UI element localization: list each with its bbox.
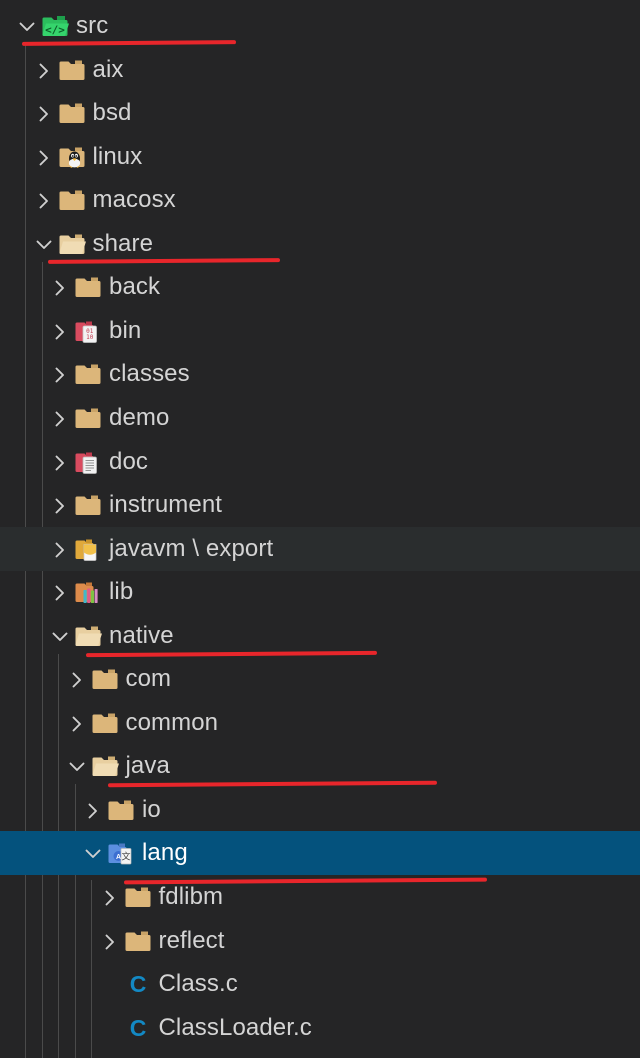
tree-item-label: fdlibm (158, 883, 224, 910)
tree-item-label: linux (92, 142, 143, 170)
tree-item-linux[interactable]: linux (0, 135, 640, 179)
folder-icon (123, 882, 153, 912)
tree-item-label: ClassLoader.c (158, 1013, 312, 1041)
chevron-right-icon[interactable] (31, 48, 57, 92)
tree-item-io[interactable]: io (0, 788, 640, 832)
tree-item-label: java (125, 752, 170, 780)
tree-item-lib[interactable]: lib (0, 570, 640, 614)
tree-item-back[interactable]: back (0, 265, 640, 309)
folder-icon (57, 55, 87, 85)
tree-item-com[interactable]: com (0, 657, 640, 701)
tree-item-bsd[interactable]: bsd (0, 91, 640, 135)
twisty-placeholder (97, 962, 123, 1006)
tree-item-lang[interactable]: A 文 lang (0, 831, 640, 876)
twisty-placeholder (97, 1006, 123, 1050)
tree-item-instrument[interactable]: instrument (0, 483, 640, 527)
tree-item-label: classes (109, 360, 190, 388)
chevron-right-icon[interactable] (31, 91, 57, 135)
tree-item-label: lib (109, 578, 134, 606)
chevron-right-icon[interactable] (31, 178, 57, 222)
svg-text:10: 10 (86, 334, 94, 341)
chevron-right-icon[interactable] (47, 309, 73, 353)
folder-icon (73, 490, 103, 520)
tree-item-label: src (76, 12, 109, 39)
svg-text:文: 文 (121, 851, 130, 863)
tree-item-label: Class.c (158, 970, 238, 998)
chevron-right-icon[interactable] (47, 527, 73, 571)
tree-item-classloader-c[interactable]: C ClassLoader.c (0, 1006, 640, 1050)
c-file-icon: C (123, 1013, 153, 1043)
tree-item-reflect[interactable]: reflect (0, 919, 640, 963)
tree-item-label: macosx (92, 186, 176, 214)
tree-item-label: common (125, 708, 219, 736)
folder-i18n-blue-icon: A文 (106, 838, 136, 868)
chevron-right-icon[interactable] (47, 352, 73, 396)
folder-icon (73, 272, 103, 302)
file-explorer-tree: </> src aix bsd linux macosx share back 01 10 bin c… (0, 0, 640, 1058)
tree-item-label: native (109, 621, 174, 649)
folder-icon (90, 708, 120, 738)
tree-item-demo[interactable]: demo (0, 396, 640, 440)
tree-item-label: share (92, 229, 154, 257)
tree-item-label: lang (142, 839, 188, 867)
folder-icon (57, 185, 87, 215)
tree-item-label: com (125, 665, 172, 693)
folder-open-icon (57, 229, 87, 259)
folder-docs-icon (73, 447, 103, 477)
chevron-down-icon[interactable] (80, 831, 106, 875)
tree-item-macosx[interactable]: macosx (0, 178, 640, 222)
tree-item-bin[interactable]: 01 10 bin (0, 309, 640, 353)
chevron-down-icon[interactable] (64, 744, 90, 788)
folder-binary-icon: 01 10 (73, 316, 103, 346)
tree-item-label: javavm \ export (109, 534, 274, 562)
folder-linux-icon (57, 142, 87, 172)
tree-item-label: bsd (92, 99, 132, 127)
folder-icon (106, 795, 136, 825)
folder-open-icon (90, 751, 120, 781)
tree-item-classes[interactable]: classes (0, 352, 640, 396)
folder-open-icon (73, 621, 103, 651)
tree-item-label: instrument (109, 491, 223, 519)
chevron-right-icon[interactable] (64, 657, 90, 701)
folder-icon (123, 926, 153, 956)
chevron-right-icon[interactable] (80, 788, 106, 832)
source-folder-green-icon: </> (40, 11, 70, 41)
chevron-right-icon[interactable] (97, 919, 123, 963)
chevron-right-icon[interactable] (47, 483, 73, 527)
tree-item-javavm-export[interactable]: javavm \ export (0, 526, 640, 571)
svg-text:A: A (116, 854, 121, 861)
c-file-icon: C (123, 969, 153, 999)
tree-item-label: doc (109, 447, 148, 475)
chevron-right-icon[interactable] (47, 440, 73, 484)
tree-item-doc[interactable]: doc (0, 440, 640, 484)
folder-icon (90, 664, 120, 694)
chevron-right-icon[interactable] (47, 570, 73, 614)
chevron-right-icon[interactable] (97, 875, 123, 919)
tree-item-common[interactable]: common (0, 701, 640, 745)
chevron-right-icon[interactable] (47, 396, 73, 440)
tree-item-class-c[interactable]: C Class.c (0, 962, 640, 1006)
tree-item-label: reflect (158, 926, 225, 954)
folder-icon (73, 359, 103, 389)
chevron-right-icon[interactable] (31, 135, 57, 179)
folder-package-icon (73, 534, 103, 564)
tree-item-label: aix (92, 55, 124, 83)
folder-library-icon (73, 577, 103, 607)
chevron-right-icon[interactable] (47, 265, 73, 309)
chevron-down-icon[interactable] (47, 614, 73, 658)
tree-item-label: demo (109, 403, 170, 431)
svg-text:C: C (129, 971, 146, 997)
folder-icon (57, 98, 87, 128)
svg-text:</>: </> (45, 24, 65, 37)
tree-item-label: bin (109, 316, 142, 344)
tree-item-label: io (142, 795, 161, 823)
tree-item-aix[interactable]: aix (0, 48, 640, 92)
tree-item-label: back (109, 273, 161, 301)
svg-text:C: C (129, 1015, 146, 1041)
folder-icon (73, 403, 103, 433)
chevron-right-icon[interactable] (64, 701, 90, 745)
